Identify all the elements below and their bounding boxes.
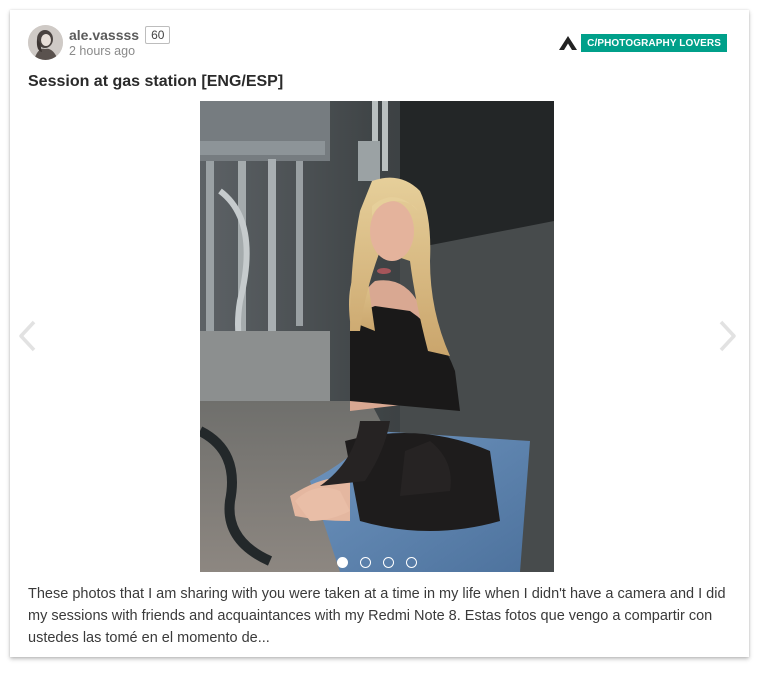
community-link[interactable]: C/PHOTOGRAPHY LOVERS: [559, 34, 727, 52]
community-logo-icon: [559, 36, 578, 50]
post-header: ale.vassss 60 2 hours ago C/PHOTOGRAPHY …: [28, 25, 727, 61]
post-timestamp[interactable]: 2 hours ago: [69, 44, 135, 58]
post-photo: [200, 101, 554, 572]
carousel-dot[interactable]: [360, 557, 371, 568]
author-name[interactable]: ale.vassss: [69, 27, 139, 43]
carousel-dot[interactable]: [383, 557, 394, 568]
author-row: ale.vassss 60: [69, 25, 171, 45]
image-carousel[interactable]: [200, 101, 554, 572]
carousel-dot[interactable]: [337, 557, 348, 568]
community-tag[interactable]: C/PHOTOGRAPHY LOVERS: [581, 34, 727, 52]
avatar[interactable]: [28, 25, 63, 60]
post-card[interactable]: ale.vassss 60 2 hours ago C/PHOTOGRAPHY …: [10, 10, 749, 657]
chevron-left-icon[interactable]: [16, 319, 40, 353]
carousel-dot[interactable]: [406, 557, 417, 568]
reputation-badge: 60: [145, 26, 171, 44]
carousel-dots: [200, 557, 554, 568]
post-excerpt[interactable]: These photos that I am sharing with you …: [28, 583, 733, 649]
chevron-right-icon[interactable]: [715, 319, 739, 353]
post-title[interactable]: Session at gas station [ENG/ESP]: [28, 73, 283, 91]
